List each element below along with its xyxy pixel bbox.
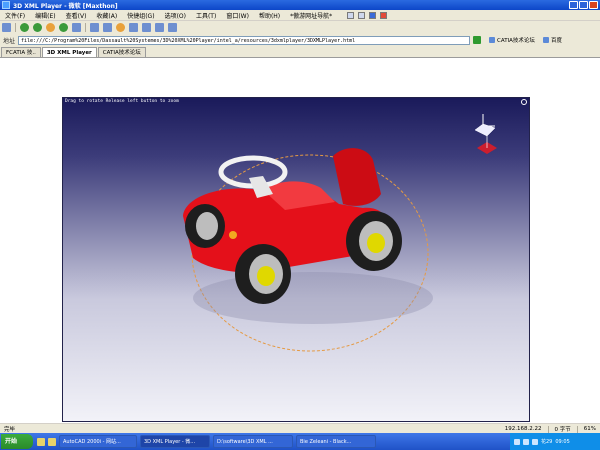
- new-page-icon[interactable]: [2, 23, 11, 32]
- catia-forum-link[interactable]: CATIA技术论坛: [489, 36, 535, 44]
- mail-icon[interactable]: [142, 23, 151, 32]
- system-tray: 花29 09:05: [510, 433, 600, 450]
- baidu-link[interactable]: 百度: [542, 36, 562, 44]
- separator: [576, 425, 578, 433]
- close-button[interactable]: [589, 1, 598, 9]
- tab-bar: FCATIA 技.. 3D XML Player CATIA技术论坛: [0, 46, 600, 58]
- home-icon[interactable]: [72, 23, 81, 32]
- menu-help[interactable]: 帮助(H): [254, 11, 285, 20]
- status-right: 192.168.2.22 0 字节 61%: [505, 425, 596, 433]
- zoom-level[interactable]: 61%: [584, 426, 596, 432]
- quick-launch: [37, 437, 56, 446]
- tile-icon[interactable]: [347, 11, 355, 19]
- task-3dxml-player[interactable]: 3D XML Player - 微...: [140, 435, 210, 448]
- browser-icon[interactable]: [48, 437, 56, 446]
- compass-icon: [474, 114, 497, 154]
- site-icon: [542, 37, 549, 43]
- menu-groups[interactable]: 快捷组(G): [122, 11, 159, 20]
- capture-icon[interactable]: [168, 23, 177, 32]
- tab-catia-forum[interactable]: CATIA技术论坛: [97, 47, 146, 57]
- title-bar: 3D XML Player - 微软 [Maxthon]: [0, 0, 600, 10]
- task-explorer[interactable]: D:\software\3D XML ...: [213, 435, 293, 448]
- menu-bar: 文件(F) 编辑(E) 查看(V) 收藏(A) 快捷组(G) 选项(O) 工具(…: [0, 10, 600, 21]
- back-icon[interactable]: [20, 23, 29, 32]
- clock: 09:05: [555, 438, 570, 445]
- address-links: CATIA技术论坛 百度: [489, 36, 562, 44]
- menu-window[interactable]: 窗口(W): [221, 11, 254, 20]
- address-bar: 地址 file:///C:/Program%20Files/Dassault%2…: [0, 34, 600, 46]
- menu-edit[interactable]: 编辑(E): [30, 11, 60, 20]
- wheel-front-left: [235, 244, 291, 304]
- volume-icon[interactable]: [523, 438, 529, 445]
- start-button[interactable]: 开始: [1, 434, 33, 449]
- menu-view[interactable]: 查看(V): [61, 11, 92, 20]
- restore-icon[interactable]: [369, 11, 377, 19]
- security-icon[interactable]: [532, 438, 538, 445]
- menu-file[interactable]: 文件(F): [0, 11, 30, 20]
- close-tab-icon[interactable]: [380, 11, 388, 19]
- undo-icon[interactable]: [116, 23, 125, 32]
- tab-3dxml-player[interactable]: 3D XML Player: [41, 47, 97, 57]
- go-icon[interactable]: [473, 36, 482, 44]
- status-bar: 完毕 192.168.2.22 0 字节 61%: [0, 423, 600, 433]
- site-icon: [489, 37, 496, 43]
- baidu-label: 百度: [550, 38, 562, 44]
- forward-icon[interactable]: [33, 23, 42, 32]
- cascade-icon[interactable]: [358, 11, 366, 19]
- 3d-viewer[interactable]: Drag to rotate Release left button to zo…: [62, 97, 530, 422]
- menu-tools[interactable]: 工具(T): [191, 11, 221, 20]
- refresh-icon[interactable]: [59, 23, 68, 32]
- page-content: Drag to rotate Release left button to zo…: [0, 59, 600, 441]
- catia-forum-label: CATIA技术论坛: [497, 38, 535, 44]
- network-icon[interactable]: [514, 438, 520, 445]
- tab-catia[interactable]: FCATIA 技..: [1, 47, 41, 57]
- taskbar: 开始 AutoCAD 2000i - 网站... 3D XML Player -…: [0, 433, 600, 450]
- status-text: 完毕: [4, 426, 16, 433]
- history-icon[interactable]: [103, 23, 112, 32]
- wheel-rear-right: [346, 211, 402, 271]
- toolbar: [0, 21, 600, 34]
- wheel-front-right: [185, 204, 225, 248]
- minimize-button[interactable]: [569, 1, 578, 9]
- tray-text: 花29: [541, 439, 553, 445]
- address-input[interactable]: file:///C:/Program%20Files/Dassault%20Sy…: [18, 35, 471, 45]
- edit-icon[interactable]: [155, 23, 164, 32]
- task-media-player[interactable]: Bie Zeleani - Black...: [296, 435, 376, 448]
- maximize-button[interactable]: [579, 1, 588, 9]
- menu-favorites[interactable]: 收藏(A): [91, 11, 122, 20]
- print-icon[interactable]: [129, 23, 138, 32]
- favorites-icon[interactable]: [90, 23, 99, 32]
- byte-count: 0 字节: [554, 427, 571, 433]
- menu-options[interactable]: 选项(O): [160, 11, 191, 20]
- menu-icons: [347, 11, 388, 19]
- toy-car-scene: [183, 114, 497, 352]
- stop-icon[interactable]: [46, 23, 55, 32]
- separator: [85, 23, 86, 32]
- task-autocad[interactable]: AutoCAD 2000i - 网站...: [59, 435, 137, 448]
- separator: [15, 23, 16, 32]
- address-label: 地址: [3, 37, 16, 45]
- window-controls: [569, 1, 598, 9]
- ip-address: 192.168.2.22: [504, 426, 542, 432]
- desktop-icon[interactable]: [37, 437, 45, 446]
- window-title: 3D XML Player - 微软 [Maxthon]: [13, 2, 118, 10]
- separator: [547, 425, 549, 433]
- browser-icon: [2, 1, 10, 9]
- menu-nav[interactable]: *傲游网址导航*: [285, 11, 337, 20]
